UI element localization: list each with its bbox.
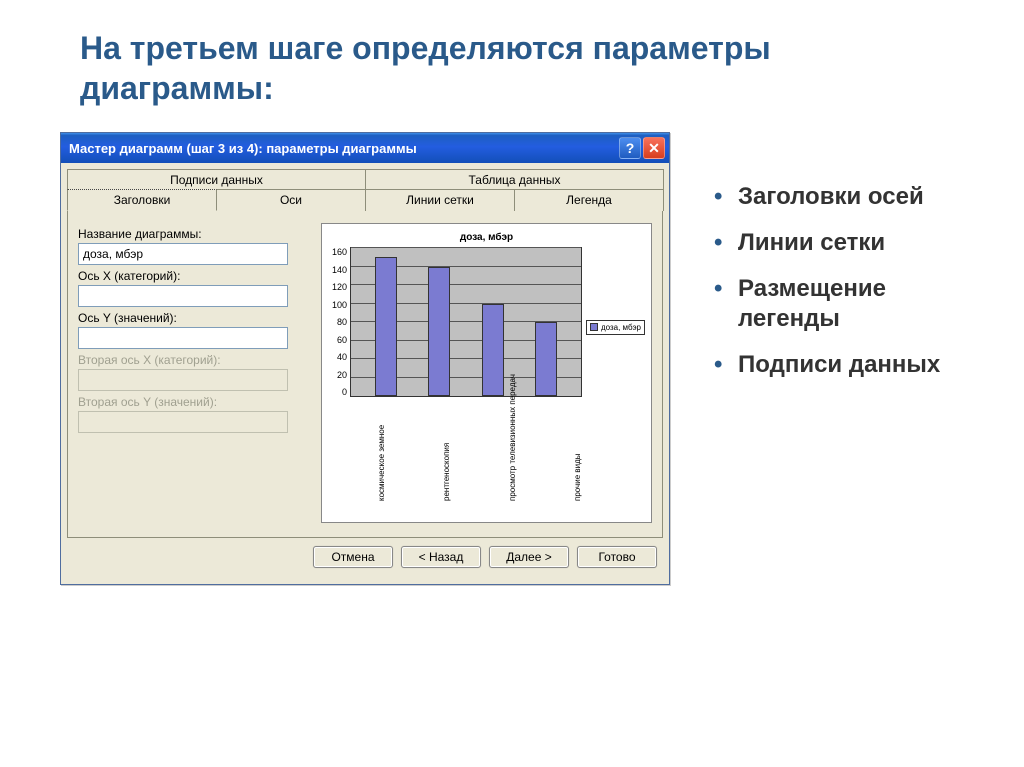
plot-area [350,247,582,397]
bullet-item: Подписи данных [710,350,964,380]
y-tick: 160 [332,247,347,257]
bullet-item: Заголовки осей [710,182,964,212]
dialog-buttons: Отмена < Назад Далее > Готово [67,538,663,578]
dialog-title: Мастер диаграмм (шаг 3 из 4): параметры … [69,141,617,156]
tab-panel-titles: Название диаграммы: Ось X (категорий): О… [67,210,663,538]
chart-preview: доза, мбэр 160 140 120 100 80 60 40 20 0 доза, м… [321,223,652,523]
y-tick: 140 [332,265,347,275]
y-tick: 0 [342,387,347,397]
y-axis: 160 140 120 100 80 60 40 20 0 [332,247,350,397]
label-chart-title: Название диаграммы: [78,227,313,241]
chart-bar [535,322,557,396]
gridline [351,247,581,248]
legend: доза, мбэр [586,320,645,335]
x-tick-label: просмотр телевизионных передач [509,411,518,501]
x-axis-labels: космическое земное рентгеноскопия просмотр… [322,407,651,501]
back-button[interactable]: < Назад [401,546,481,568]
titlebar: Мастер диаграмм (шаг 3 из 4): параметры … [61,133,669,163]
label-axis-y: Ось Y (значений): [78,311,313,325]
y-tick: 120 [332,282,347,292]
tab-legend[interactable]: Легенда [514,189,664,211]
close-icon: ✕ [648,140,660,157]
x-tick-label: рентгеноскопия [443,411,452,501]
x-tick-label: прочие виды [574,411,583,501]
legend-label: доза, мбэр [601,323,641,332]
tab-axes[interactable]: Оси [216,189,366,211]
label-axis-y2: Вторая ось Y (значений): [78,395,313,409]
bullet-item: Линии сетки [710,228,964,258]
y-tick: 40 [337,352,347,362]
bullet-item: Размещение легенды [710,274,964,334]
tab-gridlines[interactable]: Линии сетки [365,189,515,211]
input-axis-y[interactable] [78,327,288,349]
tab-data-table[interactable]: Таблица данных [365,169,664,190]
y-tick: 60 [337,335,347,345]
x-tick-label: космическое земное [378,411,387,501]
tab-data-labels[interactable]: Подписи данных [67,169,366,190]
chart-bar [375,257,397,396]
input-axis-x2 [78,369,288,391]
finish-button[interactable]: Готово [577,546,657,568]
input-axis-y2 [78,411,288,433]
label-axis-x2: Вторая ось X (категорий): [78,353,313,367]
slide-title: На третьем шаге определяются параметры д… [80,28,964,108]
y-tick: 100 [332,300,347,310]
close-button[interactable]: ✕ [643,137,665,159]
input-axis-x[interactable] [78,285,288,307]
help-button[interactable]: ? [619,137,641,159]
cancel-button[interactable]: Отмена [313,546,393,568]
chart-wizard-dialog: Мастер диаграмм (шаг 3 из 4): параметры … [60,132,670,585]
label-axis-x: Ось X (категорий): [78,269,313,283]
chart-title: доза, мбэр [322,224,651,247]
next-button[interactable]: Далее > [489,546,569,568]
chart-bar [482,304,504,397]
tab-titles[interactable]: Заголовки [67,189,217,211]
bullet-list: Заголовки осей Линии сетки Размещение леге… [710,182,964,396]
chart-bar [428,267,450,397]
y-tick: 20 [337,370,347,380]
legend-swatch-icon [590,323,598,331]
y-tick: 80 [337,317,347,327]
question-icon: ? [626,140,635,156]
input-chart-title[interactable] [78,243,288,265]
